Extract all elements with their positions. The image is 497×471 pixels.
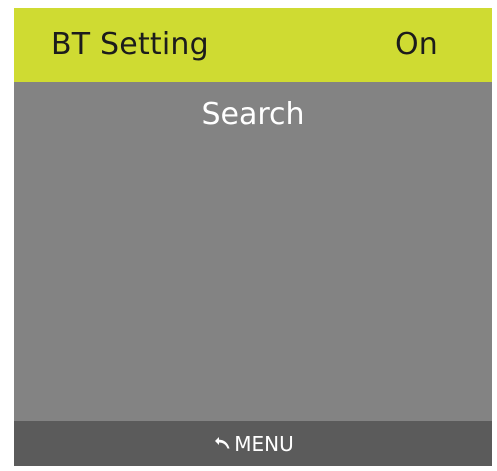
search-menu-label: Search xyxy=(201,97,305,132)
header-bar[interactable]: BT Setting On xyxy=(14,8,492,82)
bt-setting-title: BT Setting xyxy=(51,27,209,62)
back-arrow-icon xyxy=(212,434,232,454)
menu-label: MENU xyxy=(234,431,294,456)
bt-status-value[interactable]: On xyxy=(395,30,438,60)
device-screen: BT Setting On Search MENU xyxy=(14,8,492,466)
menu-back-button[interactable]: MENU xyxy=(14,421,492,466)
search-menu-item[interactable]: Search xyxy=(14,93,492,137)
